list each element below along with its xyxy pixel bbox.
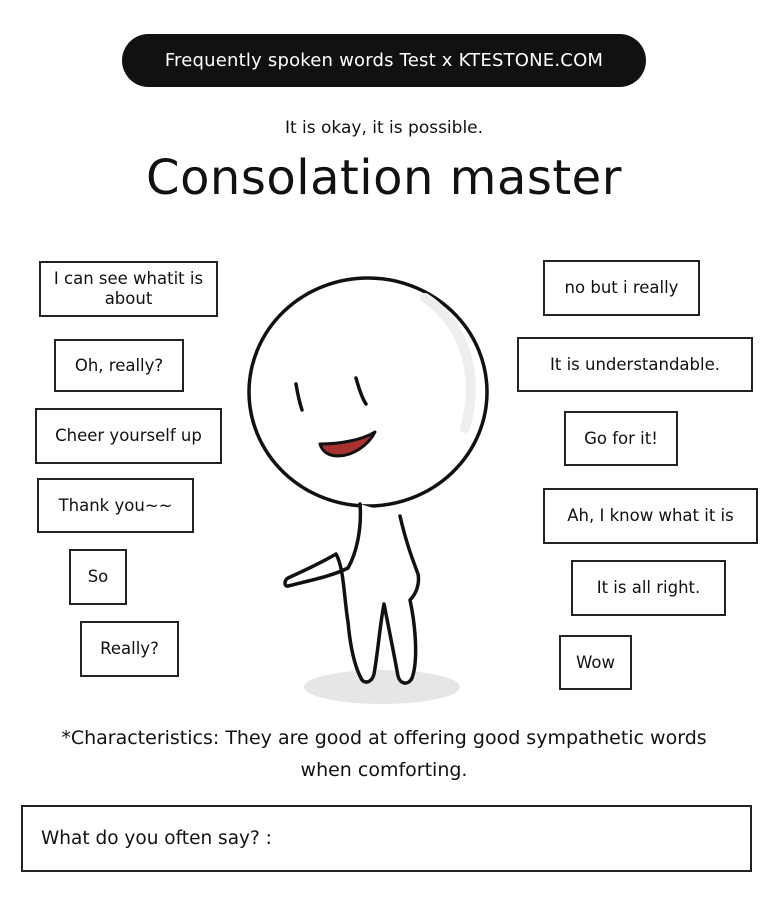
word-text: It is understandable.	[549, 354, 720, 374]
stick-figure-icon	[247, 276, 489, 704]
word-box: It is understandable.	[517, 337, 753, 392]
word-box: So	[69, 549, 127, 605]
word-text: It is all right.	[596, 578, 701, 597]
body	[283, 502, 421, 685]
characteristics-text: *Characteristics: They are good at offer…	[61, 727, 707, 781]
often-say-label: What do you often say? :	[41, 828, 272, 849]
word-box: Oh, really?	[54, 339, 184, 392]
word-text: Wow	[576, 652, 615, 672]
word-box: Cheer yourself up	[35, 408, 222, 464]
word-text: I can see whatit is about	[53, 269, 204, 308]
word-box: Ah, I know what it is	[543, 488, 758, 544]
ground-shadow	[304, 670, 460, 704]
result-title: Consolation master	[146, 150, 622, 206]
word-box: Wow	[559, 635, 632, 690]
word-text: Oh, really?	[74, 355, 164, 375]
often-say-box: What do you often say? :	[21, 805, 752, 872]
word-box: I can see whatit is about	[39, 261, 218, 317]
result-subtitle: It is okay, it is possible.	[284, 118, 484, 138]
head	[247, 276, 489, 508]
word-box: no but i really	[543, 260, 700, 316]
word-text: Ah, I know what it is	[567, 506, 734, 525]
word-text: Really?	[100, 639, 159, 658]
word-box: Really?	[80, 621, 179, 677]
word-text: no but i really	[564, 278, 679, 297]
word-text: Go for it!	[584, 428, 658, 448]
test-banner: Frequently spoken words Test x KTESTONE.…	[122, 34, 646, 87]
word-text: So	[87, 567, 109, 586]
word-text: Thank you~~	[58, 495, 173, 515]
word-box: Thank you~~	[37, 478, 194, 533]
word-box: It is all right.	[571, 560, 726, 616]
test-banner-text: Frequently spoken words Test x KTESTONE.…	[164, 50, 604, 71]
word-text: Cheer yourself up	[55, 426, 202, 445]
word-box: Go for it!	[564, 411, 678, 466]
